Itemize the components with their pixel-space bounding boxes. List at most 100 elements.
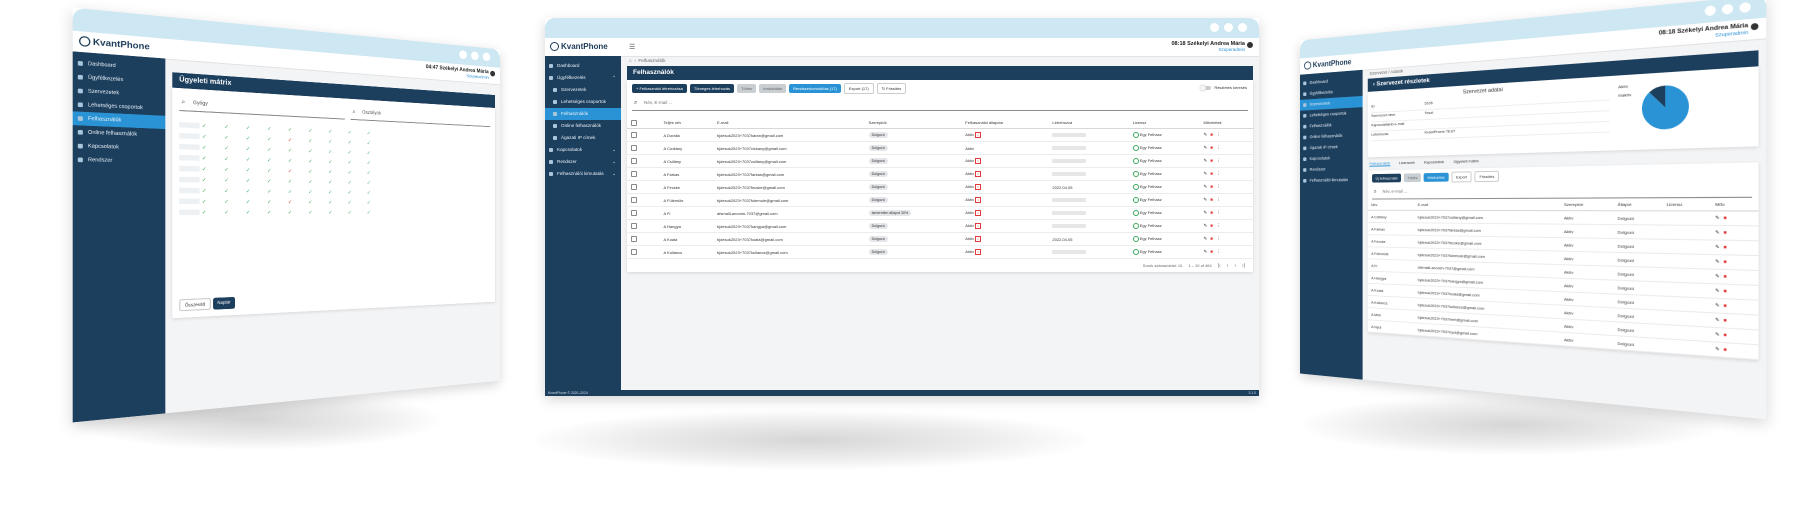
- matrix-cell[interactable]: ✓: [202, 210, 222, 216]
- new-user-button[interactable]: Új felhasználó: [1372, 173, 1401, 182]
- matrix-cell[interactable]: ✓: [348, 170, 365, 176]
- matrix-cell[interactable]: ✓: [328, 169, 346, 175]
- edit-icon[interactable]: ✎: [1203, 184, 1207, 190]
- edit-icon[interactable]: ✎: [1203, 171, 1207, 177]
- row-checkbox[interactable]: [631, 210, 637, 216]
- user-icon[interactable]: [490, 71, 495, 77]
- matrix-cell[interactable]: [179, 177, 199, 183]
- department-field[interactable]: ⌕: [351, 105, 491, 127]
- delete-icon[interactable]: ■: [1724, 347, 1727, 353]
- row-checkbox[interactable]: [631, 197, 637, 203]
- matrix-cell[interactable]: ✓: [328, 190, 346, 196]
- delete-icon[interactable]: ■: [1210, 171, 1213, 176]
- more-icon[interactable]: ⋮: [1216, 223, 1221, 229]
- more-icon[interactable]: ⋮: [1216, 171, 1221, 177]
- delete-icon[interactable]: ■: [1724, 259, 1727, 265]
- column-header[interactable]: Műv.: [1710, 198, 1758, 211]
- row-checkbox[interactable]: [631, 158, 637, 164]
- more-icon[interactable]: ⋮: [1216, 210, 1221, 216]
- more-icon[interactable]: ⋮: [1216, 132, 1221, 138]
- matrix-cell[interactable]: ✓: [267, 178, 286, 185]
- matrix-cell[interactable]: ✓: [246, 167, 265, 174]
- edit-icon[interactable]: ✎: [1715, 346, 1720, 353]
- matrix-cell[interactable]: ✓: [246, 157, 265, 164]
- tab-0[interactable]: Felhasználók: [1369, 161, 1390, 167]
- delete-button[interactable]: Törlés: [1404, 173, 1421, 182]
- more-icon[interactable]: ⋮: [1216, 197, 1221, 203]
- delete-icon[interactable]: ■: [1210, 158, 1213, 163]
- matrix-cell[interactable]: [179, 210, 199, 215]
- edit-icon[interactable]: ✎: [1715, 331, 1720, 338]
- matrix-cell[interactable]: ✓: [267, 210, 286, 216]
- matrix-cell[interactable]: ✓: [288, 199, 306, 205]
- tab-summary[interactable]: Összesítő: [179, 298, 210, 311]
- matrix-cell[interactable]: ✓: [224, 188, 244, 195]
- delete-icon[interactable]: ■: [1210, 197, 1213, 202]
- matrix-cell[interactable]: ✓: [367, 141, 384, 148]
- matrix-cell[interactable]: ✓: [367, 190, 384, 196]
- matrix-cell[interactable]: [179, 133, 199, 139]
- matrix-cell[interactable]: ✓: [348, 190, 365, 196]
- delete-icon[interactable]: ■: [1210, 236, 1213, 241]
- edit-icon[interactable]: ✎: [1715, 215, 1720, 222]
- table-row[interactable]: A Farkas bjdesuk2023+7037farkas@gmail.com…: [627, 168, 1253, 181]
- deactivate-button[interactable]: Inaktiválás: [759, 84, 786, 93]
- column-header[interactable]: Felhasználói állapota: [961, 117, 1048, 129]
- matrix-cell[interactable]: ✓: [367, 160, 384, 166]
- matrix-cell[interactable]: ✓: [288, 179, 306, 186]
- select-all-checkbox-cell[interactable]: [627, 117, 659, 129]
- matrix-cell[interactable]: ✓: [202, 177, 222, 184]
- edit-icon[interactable]: ✎: [1203, 197, 1207, 203]
- delete-icon[interactable]: ■: [1724, 317, 1727, 323]
- row-checkbox[interactable]: [631, 171, 637, 177]
- column-header[interactable]: Teljes név: [659, 117, 713, 129]
- search-input[interactable]: [1381, 187, 1526, 195]
- column-header[interactable]: Állapot: [1613, 198, 1662, 211]
- sidebar-item[interactable]: Felhasználói kimutatás ⌄: [545, 168, 621, 180]
- matrix-cell[interactable]: ✓: [267, 137, 286, 144]
- matrix-cell[interactable]: ✓: [224, 210, 244, 216]
- matrix-cell[interactable]: ✓: [348, 160, 365, 166]
- home-icon[interactable]: ⌂: [629, 58, 632, 63]
- matrix-cell[interactable]: ✓: [267, 189, 286, 195]
- matrix-cell[interactable]: ✓: [288, 158, 306, 165]
- row-checkbox-cell[interactable]: [627, 194, 659, 207]
- matrix-cell[interactable]: ✓: [308, 179, 326, 185]
- column-header[interactable]: Szerepkör: [1560, 198, 1613, 210]
- matrix-cell[interactable]: ✓: [288, 189, 306, 195]
- export-button[interactable]: Export (17): [844, 83, 874, 94]
- edit-icon[interactable]: ✎: [1203, 210, 1207, 216]
- sidebar-item[interactable]: Szervezetek: [545, 84, 621, 96]
- matrix-cell[interactable]: ✓: [246, 178, 265, 185]
- edit-icon[interactable]: ✎: [1715, 302, 1720, 309]
- detailed-search-toggle[interactable]: Részletes keresés: [1201, 85, 1247, 90]
- matrix-cell[interactable]: [179, 155, 199, 161]
- column-header[interactable]: Név: [1368, 199, 1414, 210]
- user-icon[interactable]: [1751, 23, 1759, 30]
- matrix-cell[interactable]: ✓: [246, 136, 265, 143]
- matrix-cell[interactable]: ✓: [246, 210, 265, 216]
- delete-icon[interactable]: ■: [1724, 244, 1727, 250]
- delete-icon[interactable]: ■: [1210, 132, 1213, 137]
- sidebar-item[interactable]: Ügyfélkezelés ⌃: [545, 72, 621, 84]
- sidebar-item[interactable]: Felhasználói kimutatás: [1300, 174, 1363, 186]
- row-checkbox-cell[interactable]: [627, 129, 659, 142]
- matrix-cell[interactable]: ✓: [288, 127, 306, 134]
- table-row[interactable]: A Cicikány bjdesuk2023+7037cickany@gmail.…: [627, 142, 1253, 155]
- column-header[interactable]: Létrehozva: [1048, 117, 1128, 129]
- matrix-cell[interactable]: ✓: [348, 130, 365, 137]
- delete-icon[interactable]: ■: [1724, 215, 1727, 221]
- row-checkbox[interactable]: [631, 145, 637, 151]
- delete-icon[interactable]: ■: [1724, 303, 1727, 309]
- matrix-cell[interactable]: ✓: [348, 140, 365, 147]
- matrix-cell[interactable]: ✓: [202, 166, 222, 173]
- edit-icon[interactable]: ✎: [1203, 249, 1207, 255]
- tab-3[interactable]: Ügyeleti mátrix: [1454, 158, 1479, 165]
- matrix-cell[interactable]: ✓: [308, 128, 326, 135]
- bulk-modify-button[interactable]: Rendszerkomódítás (17): [789, 84, 841, 93]
- matrix-cell[interactable]: ✓: [246, 146, 265, 153]
- row-checkbox[interactable]: [631, 132, 637, 138]
- menu-icon[interactable]: ☰: [629, 43, 635, 51]
- matrix-cell[interactable]: ✓: [246, 199, 265, 205]
- more-icon[interactable]: ⋮: [1216, 184, 1221, 190]
